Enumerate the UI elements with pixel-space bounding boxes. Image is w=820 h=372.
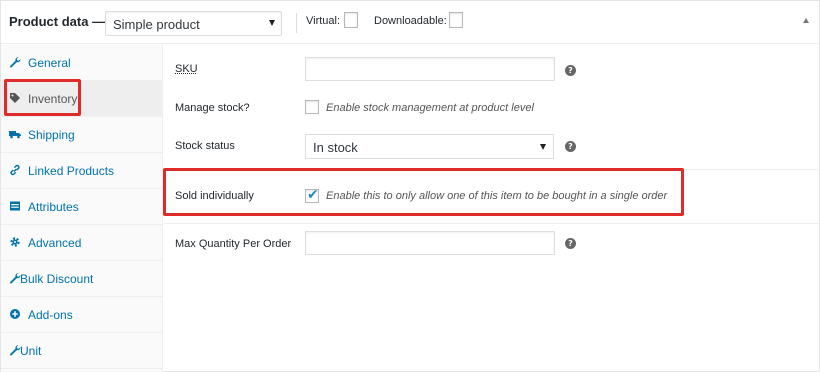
product-data-tabs: General Inventory Shipping Linked Produc… — [1, 45, 163, 372]
gear-icon — [10, 237, 20, 247]
link-icon — [10, 164, 20, 176]
collapse-toggle-icon[interactable] — [803, 18, 809, 23]
wrench-icon — [10, 57, 21, 68]
inventory-fields-group: SKU ? Manage stock? Enable stock managem… — [164, 45, 820, 169]
tab-attributes[interactable]: Attributes — [1, 189, 163, 225]
tab-bulk-discount[interactable]: Bulk Discount — [1, 261, 163, 297]
sku-label: SKU — [175, 63, 198, 75]
max-qty-input[interactable] — [305, 231, 555, 255]
max-qty-help-icon[interactable]: ? — [565, 238, 576, 249]
tab-attributes-label: Attributes — [28, 200, 79, 214]
sku-help-icon[interactable]: ? — [565, 65, 576, 76]
sold-individually-label: Sold individually — [175, 190, 254, 202]
stock-status-select[interactable]: In stock — [305, 134, 554, 159]
truck-icon — [9, 131, 21, 139]
check-icon: ✔ — [307, 187, 319, 203]
product-data-header: Product data — Simple product Virtual: D… — [1, 1, 819, 44]
tab-shipping[interactable]: Shipping — [1, 117, 163, 153]
tab-general[interactable]: General — [1, 45, 163, 81]
manage-stock-checkbox[interactable] — [305, 100, 319, 114]
table-icon — [10, 201, 20, 211]
product-type-select[interactable]: Simple product — [105, 11, 282, 36]
tab-inventory[interactable]: Inventory — [1, 81, 163, 117]
manage-stock-label: Manage stock? — [175, 102, 250, 114]
max-qty-label: Max Quantity Per Order — [175, 238, 292, 250]
chevron-down-icon — [540, 144, 546, 150]
product-data-panel: Product data — Simple product Virtual: D… — [0, 0, 820, 372]
plus-circle-icon — [10, 309, 20, 319]
tab-general-label: General — [28, 56, 71, 70]
tab-add-ons-label: Add-ons — [28, 308, 73, 322]
tab-linked-products-label: Linked Products — [28, 164, 115, 178]
tab-unit[interactable]: Unit — [1, 333, 163, 369]
tab-advanced-label: Advanced — [28, 236, 82, 250]
sold-individually-checkbox[interactable]: ✔ — [305, 187, 319, 203]
tab-linked-products[interactable]: Linked Products — [1, 153, 163, 189]
stock-status-label: Stock status — [175, 140, 235, 152]
downloadable-label: Downloadable: — [374, 15, 447, 27]
tab-shipping-label: Shipping — [28, 128, 75, 142]
tab-add-ons[interactable]: Add-ons — [1, 297, 163, 333]
tab-advanced[interactable]: Advanced — [1, 225, 163, 261]
sku-input[interactable] — [305, 57, 555, 81]
tag-icon — [10, 93, 20, 103]
virtual-checkbox[interactable] — [344, 12, 358, 28]
stock-status-help-icon[interactable]: ? — [565, 141, 576, 152]
product-type-value: Simple product — [113, 17, 200, 32]
stock-status-value: In stock — [313, 140, 358, 155]
manage-stock-description: Enable stock management at product level — [326, 102, 534, 114]
header-divider — [296, 13, 297, 33]
sold-individually-description: Enable this to only allow one of this it… — [326, 190, 668, 202]
max-qty-group: Max Quantity Per Order ? — [164, 224, 820, 264]
tab-bulk-discount-label: Bulk Discount — [20, 272, 94, 286]
product-data-title: Product data — — [9, 14, 106, 29]
downloadable-checkbox[interactable] — [449, 12, 463, 28]
tab-inventory-label: Inventory — [28, 92, 78, 106]
virtual-label: Virtual: — [306, 15, 341, 27]
chevron-down-icon — [269, 20, 275, 26]
sold-individually-group: Sold individually ✔ Enable this to only … — [164, 170, 820, 224]
tab-unit-label: Unit — [20, 344, 42, 358]
